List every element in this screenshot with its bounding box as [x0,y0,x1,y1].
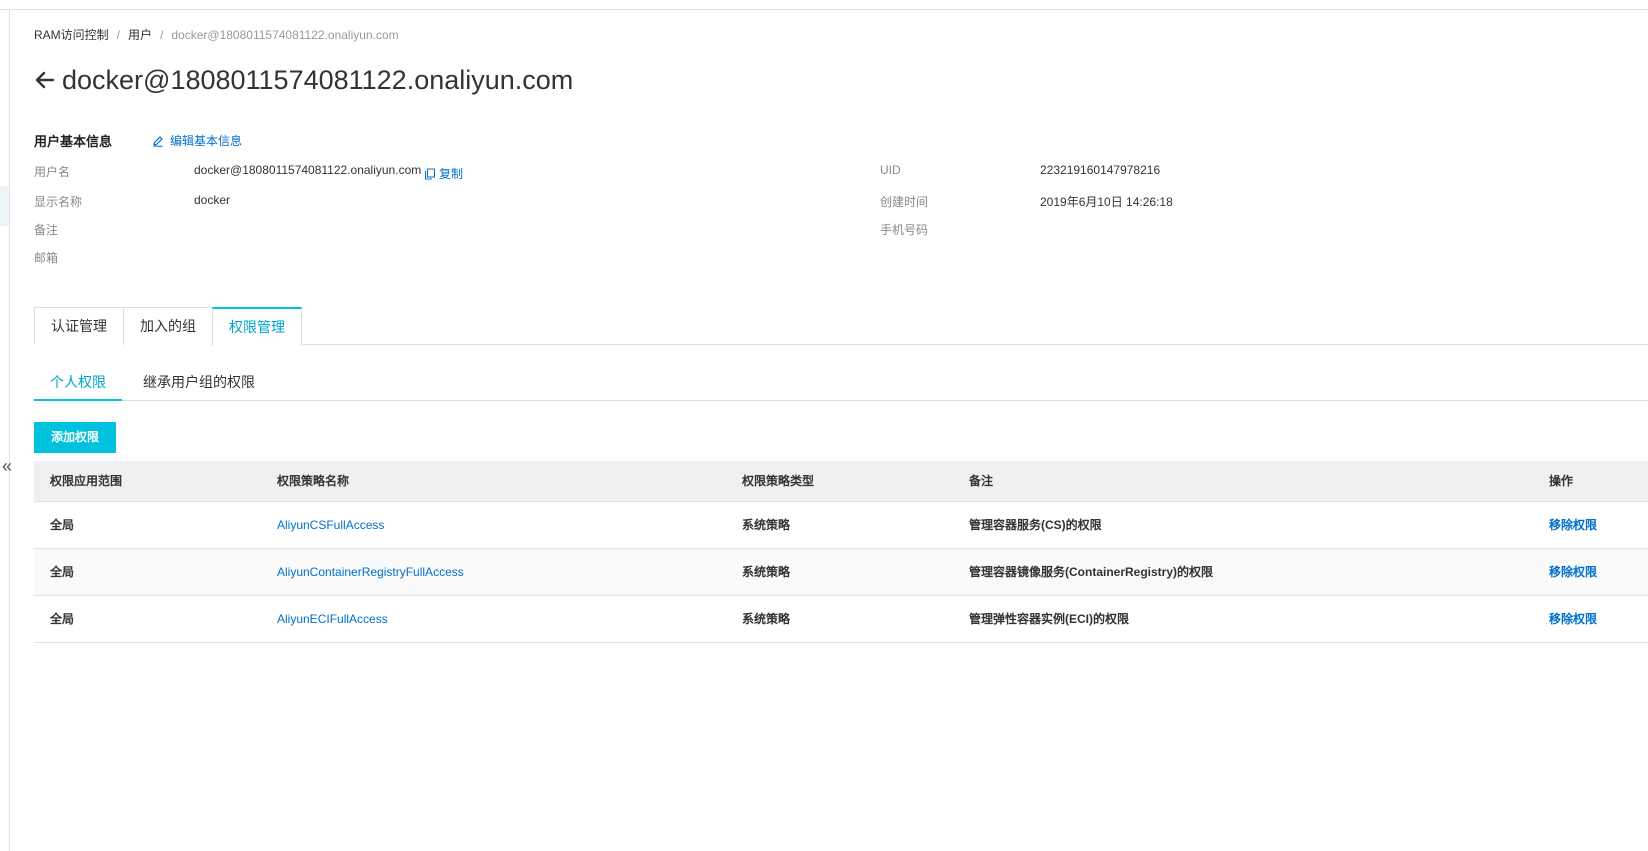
page-title: docker@1808011574081122.onaliyun.com [62,64,574,95]
remove-permission-link[interactable]: 移除权限 [1549,549,1597,596]
username-value: docker@1808011574081122.onaliyun.com [194,163,422,177]
tab-authentication[interactable]: 认证管理 [34,307,124,345]
cell-scope: 全局 [50,518,75,532]
header-policy-type: 权限策略类型 [742,474,815,488]
pencil-icon [153,135,163,147]
arrow-left-icon[interactable] [34,69,56,91]
double-chevron-left-icon[interactable]: « [2,455,22,477]
uid-value: 223219160147978216 [1040,163,1161,177]
top-bar-divider [0,0,1648,10]
add-permission-button[interactable]: 添加权限 [34,422,116,453]
header-action: 操作 [1549,474,1574,488]
cell-policy-type: 系统策略 [742,565,791,579]
left-sidebar-rail [0,10,10,851]
cell-note: 管理弹性容器实例(ECI)的权限 [969,612,1129,626]
username-label: 用户名 [34,165,71,179]
breadcrumb: RAM访问控制 / 用户 / docker@1808011574081122.onali… [34,26,399,43]
copy-username-link[interactable]: 复制 [424,165,463,182]
subtab-personal-permissions[interactable]: 个人权限 [34,367,122,401]
tab-groups[interactable]: 加入的组 [123,307,213,345]
table-header: 权限应用范围 权限策略名称 权限策略类型 备注 操作 [34,461,1648,502]
cell-note: 管理容器服务(CS)的权限 [969,518,1102,532]
remove-permission-link[interactable]: 移除权限 [1549,596,1597,643]
subtab-inherited-permissions[interactable]: 继承用户组的权限 [136,367,262,401]
edit-basic-info-link[interactable]: 编辑基本信息 [152,132,242,149]
page-header: docker@1808011574081122.onaliyun.com [34,62,573,98]
breadcrumb-separator: / [160,28,164,42]
permission-subtabs: 个人权限 继承用户组的权限 [34,367,1648,401]
permissions-table: 权限应用范围 权限策略名称 权限策略类型 备注 操作 全局 AliyunCSFu… [34,461,1648,643]
header-scope: 权限应用范围 [50,474,123,488]
cell-policy-type: 系统策略 [742,518,791,532]
policy-link[interactable]: AliyunContainerRegistryFullAccess [277,549,464,596]
breadcrumb-current: docker@1808011574081122.onaliyun.com [171,28,399,42]
copy-icon [425,168,435,179]
breadcrumb-users[interactable]: 用户 [128,28,152,42]
main-tabs: 认证管理 加入的组 权限管理 [34,307,1648,346]
uid-label: UID [880,163,901,177]
cell-policy-type: 系统策略 [742,612,791,626]
cell-note: 管理容器镜像服务(ContainerRegistry)的权限 [969,565,1214,579]
tab-permissions[interactable]: 权限管理 [212,307,302,346]
header-policy-name: 权限策略名称 [277,474,350,488]
cell-scope: 全局 [50,612,75,626]
note-label: 备注 [34,223,59,237]
cell-scope: 全局 [50,565,75,579]
copy-label: 复制 [439,167,464,181]
email-label: 邮箱 [34,251,59,265]
created-time-value: 2019年6月10日 14:26:18 [1040,195,1173,209]
policy-link[interactable]: AliyunECIFullAccess [277,596,388,643]
breadcrumb-separator: / [116,28,121,42]
basic-info-title: 用户基本信息 [34,134,113,149]
header-note: 备注 [969,474,994,488]
display-name-value: docker [194,193,231,207]
policy-link[interactable]: AliyunCSFullAccess [277,502,384,549]
table-row: 全局 AliyunECIFullAccess 系统策略 管理弹性容器实例(ECI… [34,596,1648,643]
edit-basic-info-label: 编辑基本信息 [170,134,243,148]
created-time-label: 创建时间 [880,195,929,209]
table-row: 全局 AliyunContainerRegistryFullAccess 系统策… [34,549,1648,596]
phone-label: 手机号码 [880,223,929,237]
table-row: 全局 AliyunCSFullAccess 系统策略 管理容器服务(CS)的权限… [34,502,1648,549]
sidebar-active-marker [0,186,9,226]
breadcrumb-ram[interactable]: RAM访问控制 [34,28,109,42]
remove-permission-link[interactable]: 移除权限 [1549,502,1597,549]
display-name-label: 显示名称 [34,195,83,209]
basic-info-header: 用户基本信息 编辑基本信息 [34,131,242,150]
